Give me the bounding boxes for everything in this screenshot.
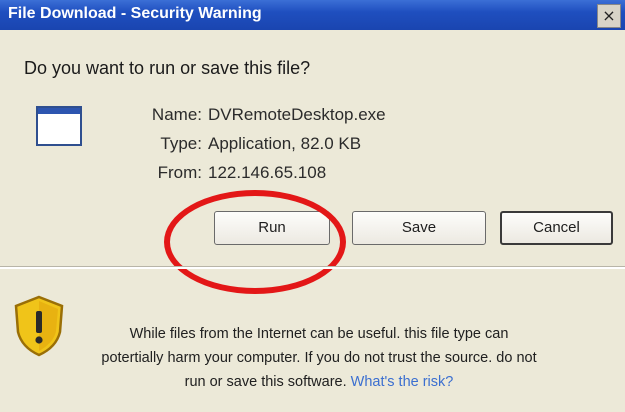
cancel-button[interactable]: Cancel: [500, 211, 613, 245]
window-title: File Download - Security Warning: [8, 5, 262, 22]
warning-line-3-text: run or save this software.: [184, 374, 347, 390]
file-source-row: From: 122.146.65.108: [140, 158, 386, 187]
file-type-row: Type: Application, 82.0 KB: [140, 129, 386, 158]
file-name-label: Name:: [151, 105, 202, 124]
security-warning-text: While files from the Internet can be use…: [14, 322, 624, 394]
section-divider: [0, 266, 625, 269]
run-button[interactable]: Run: [214, 211, 330, 245]
warning-line-2: potertially harm your computer. If you d…: [101, 350, 537, 366]
title-bar[interactable]: File Download - Security Warning ×: [0, 0, 625, 30]
close-button[interactable]: ×: [597, 4, 621, 28]
file-info: Name: DVRemoteDesktop.exe Type: Applicat…: [140, 100, 386, 187]
application-window-icon: [36, 106, 82, 146]
file-source-label: From:: [157, 163, 202, 182]
dialog-question: Do you want to run or save this file?: [24, 58, 311, 78]
file-download-dialog: File Download - Security Warning × Do yo…: [0, 0, 625, 412]
file-type-label: Type:: [160, 134, 202, 153]
file-name-row: Name: DVRemoteDesktop.exe: [140, 100, 386, 129]
close-icon: ×: [602, 6, 616, 25]
save-button[interactable]: Save: [352, 211, 486, 245]
warning-line-1: While files from the Internet can be use…: [129, 326, 509, 342]
file-name-value: DVRemoteDesktop.exe: [208, 105, 386, 124]
whats-the-risk-link[interactable]: What's the risk?: [351, 374, 454, 390]
file-source-value: 122.146.65.108: [208, 163, 327, 182]
file-type-value: Application, 82.0 KB: [208, 134, 362, 153]
warning-line-3: run or save this software. What's the ri…: [14, 370, 624, 394]
